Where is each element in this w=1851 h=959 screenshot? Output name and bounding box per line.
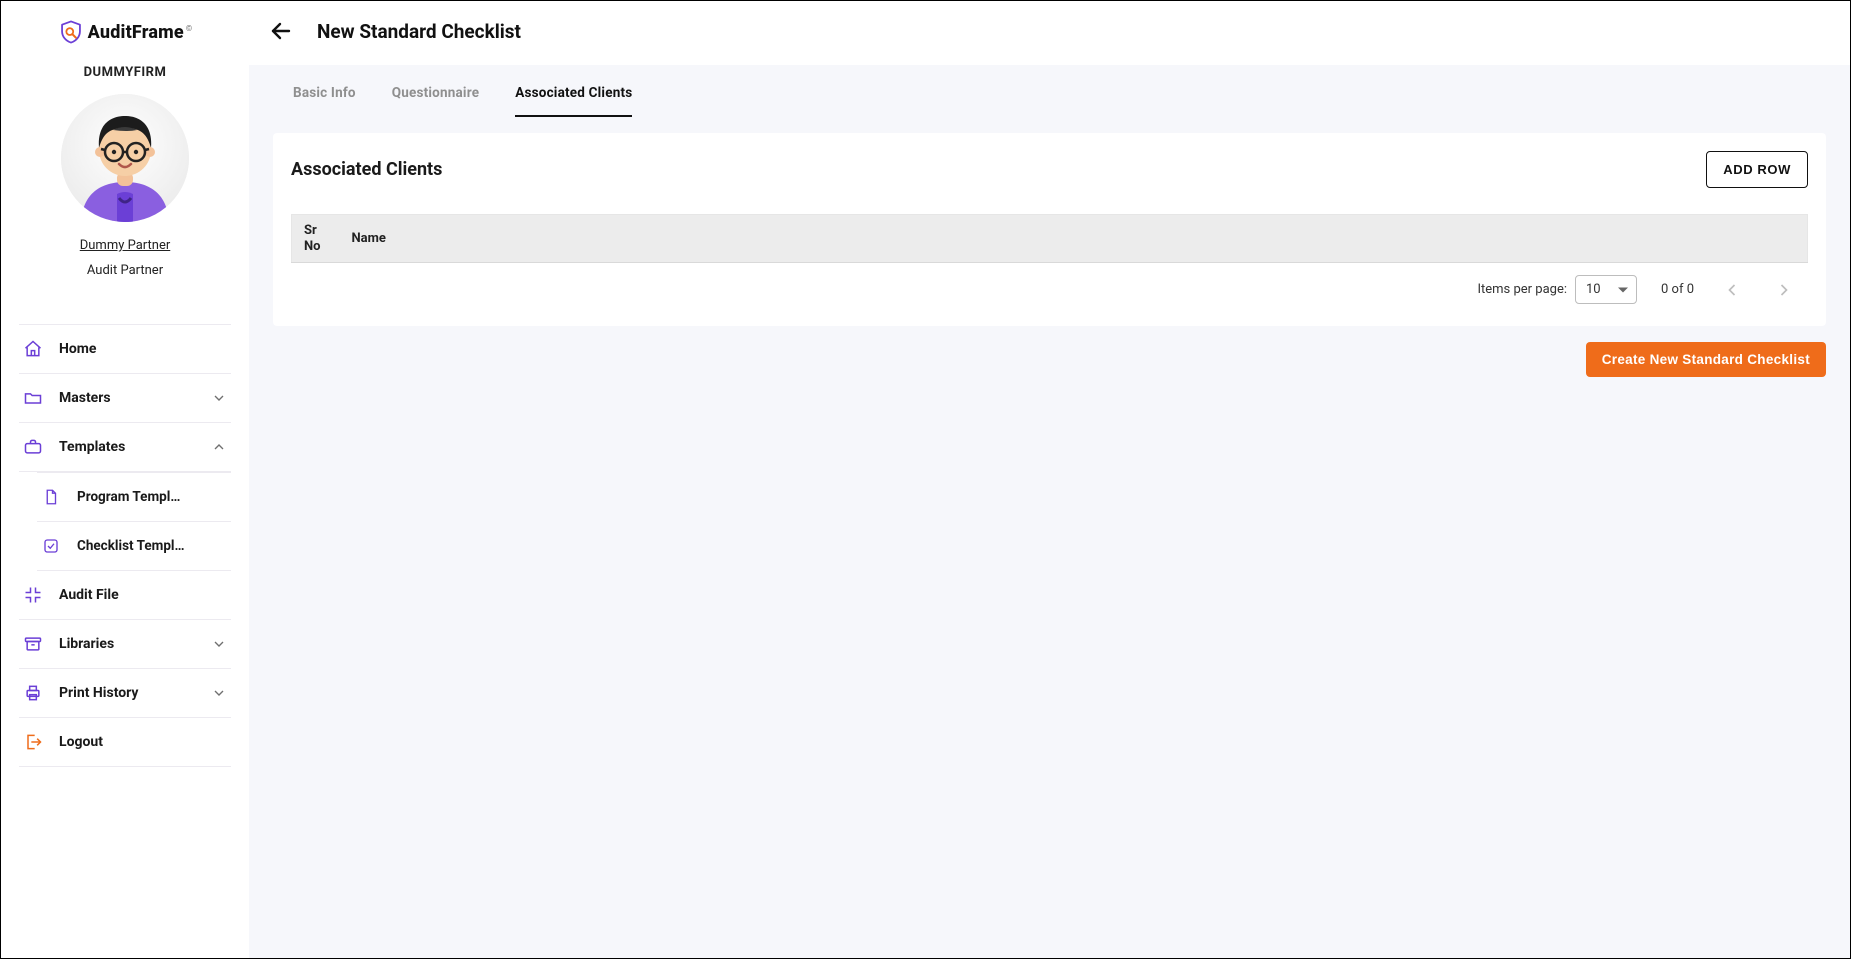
chevron-down-icon bbox=[211, 685, 227, 701]
file-icon bbox=[41, 487, 61, 507]
sidebar-item-label: Program Templ… bbox=[77, 489, 227, 505]
clients-table: Sr No Name bbox=[291, 214, 1808, 263]
next-page-button[interactable] bbox=[1770, 276, 1798, 304]
table-header-row: Sr No Name bbox=[292, 215, 1808, 263]
sidebar-item-label: Home bbox=[59, 341, 227, 357]
sidebar-item-label: Checklist Templ… bbox=[77, 538, 227, 554]
back-button[interactable] bbox=[267, 17, 295, 45]
page-size-select[interactable]: 10 bbox=[1575, 275, 1637, 304]
avatar bbox=[61, 94, 189, 222]
logout-icon bbox=[23, 732, 43, 752]
sidebar-item-templates[interactable]: Templates bbox=[19, 423, 231, 472]
sidebar-item-home[interactable]: Home bbox=[19, 324, 231, 374]
user-name[interactable]: Dummy Partner bbox=[80, 238, 171, 253]
sidebar-item-print-history[interactable]: Print History bbox=[19, 669, 231, 718]
briefcase-icon bbox=[23, 437, 43, 457]
create-checklist-button[interactable]: Create New Standard Checklist bbox=[1586, 342, 1826, 377]
page-size-value: 10 bbox=[1586, 282, 1601, 297]
sidebar-item-audit-file[interactable]: Audit File bbox=[19, 571, 231, 620]
caret-down-icon bbox=[1618, 287, 1628, 292]
firm-name: DUMMYFIRM bbox=[84, 65, 167, 80]
actions-row: Create New Standard Checklist bbox=[273, 342, 1826, 377]
brand-icon bbox=[58, 19, 84, 45]
chevron-down-icon bbox=[211, 390, 227, 406]
tabs: Basic Info Questionnaire Associated Clie… bbox=[273, 65, 1826, 117]
logo[interactable]: AuditFrame© bbox=[1, 11, 249, 61]
card-title: Associated Clients bbox=[291, 159, 442, 180]
printer-icon bbox=[23, 683, 43, 703]
collapse-icon bbox=[23, 585, 43, 605]
sidebar-item-logout[interactable]: Logout bbox=[19, 718, 231, 767]
paginator: Items per page: 10 0 of 0 bbox=[291, 263, 1808, 304]
home-icon bbox=[23, 339, 43, 359]
page-title: New Standard Checklist bbox=[317, 20, 521, 43]
chevron-down-icon bbox=[211, 636, 227, 652]
tab-questionnaire[interactable]: Questionnaire bbox=[392, 85, 480, 117]
checkbox-icon bbox=[41, 536, 61, 556]
sidebar-item-label: Masters bbox=[59, 390, 195, 406]
sidebar-item-label: Print History bbox=[59, 685, 195, 701]
col-name: Name bbox=[340, 215, 1808, 263]
archive-icon bbox=[23, 634, 43, 654]
sidebar-item-label: Templates bbox=[59, 439, 195, 455]
col-srno: Sr No bbox=[292, 215, 340, 263]
sidebar-item-label: Audit File bbox=[59, 587, 227, 603]
associated-clients-card: Associated Clients ADD ROW Sr No Name It… bbox=[273, 133, 1826, 326]
sidebar-item-label: Logout bbox=[59, 734, 227, 750]
templates-subnav: Program Templ… Checklist Templ… bbox=[19, 472, 231, 571]
sidebar-nav: Home Masters Templates bbox=[1, 324, 249, 767]
page-range: 0 of 0 bbox=[1661, 282, 1694, 297]
sidebar-item-checklist-templates[interactable]: Checklist Templ… bbox=[37, 522, 231, 571]
main: New Standard Checklist Basic Info Questi… bbox=[249, 1, 1850, 958]
items-per-page-label: Items per page: bbox=[1477, 282, 1567, 297]
chevron-up-icon bbox=[211, 439, 227, 455]
content-area: Basic Info Questionnaire Associated Clie… bbox=[249, 65, 1850, 958]
topbar: New Standard Checklist bbox=[249, 1, 1850, 57]
sidebar-item-label: Libraries bbox=[59, 636, 195, 652]
tab-basic-info[interactable]: Basic Info bbox=[293, 85, 356, 117]
sidebar-item-program-templates[interactable]: Program Templ… bbox=[37, 472, 231, 522]
folder-icon bbox=[23, 388, 43, 408]
user-role: Audit Partner bbox=[87, 263, 163, 278]
firm-block: DUMMYFIRM bbox=[1, 61, 249, 302]
sidebar-item-masters[interactable]: Masters bbox=[19, 374, 231, 423]
brand-name: AuditFrame© bbox=[88, 22, 193, 43]
sidebar: AuditFrame© DUMMYFIRM bbox=[1, 1, 249, 958]
add-row-button[interactable]: ADD ROW bbox=[1706, 151, 1808, 188]
tab-associated-clients[interactable]: Associated Clients bbox=[515, 85, 632, 117]
prev-page-button[interactable] bbox=[1718, 276, 1746, 304]
sidebar-item-libraries[interactable]: Libraries bbox=[19, 620, 231, 669]
